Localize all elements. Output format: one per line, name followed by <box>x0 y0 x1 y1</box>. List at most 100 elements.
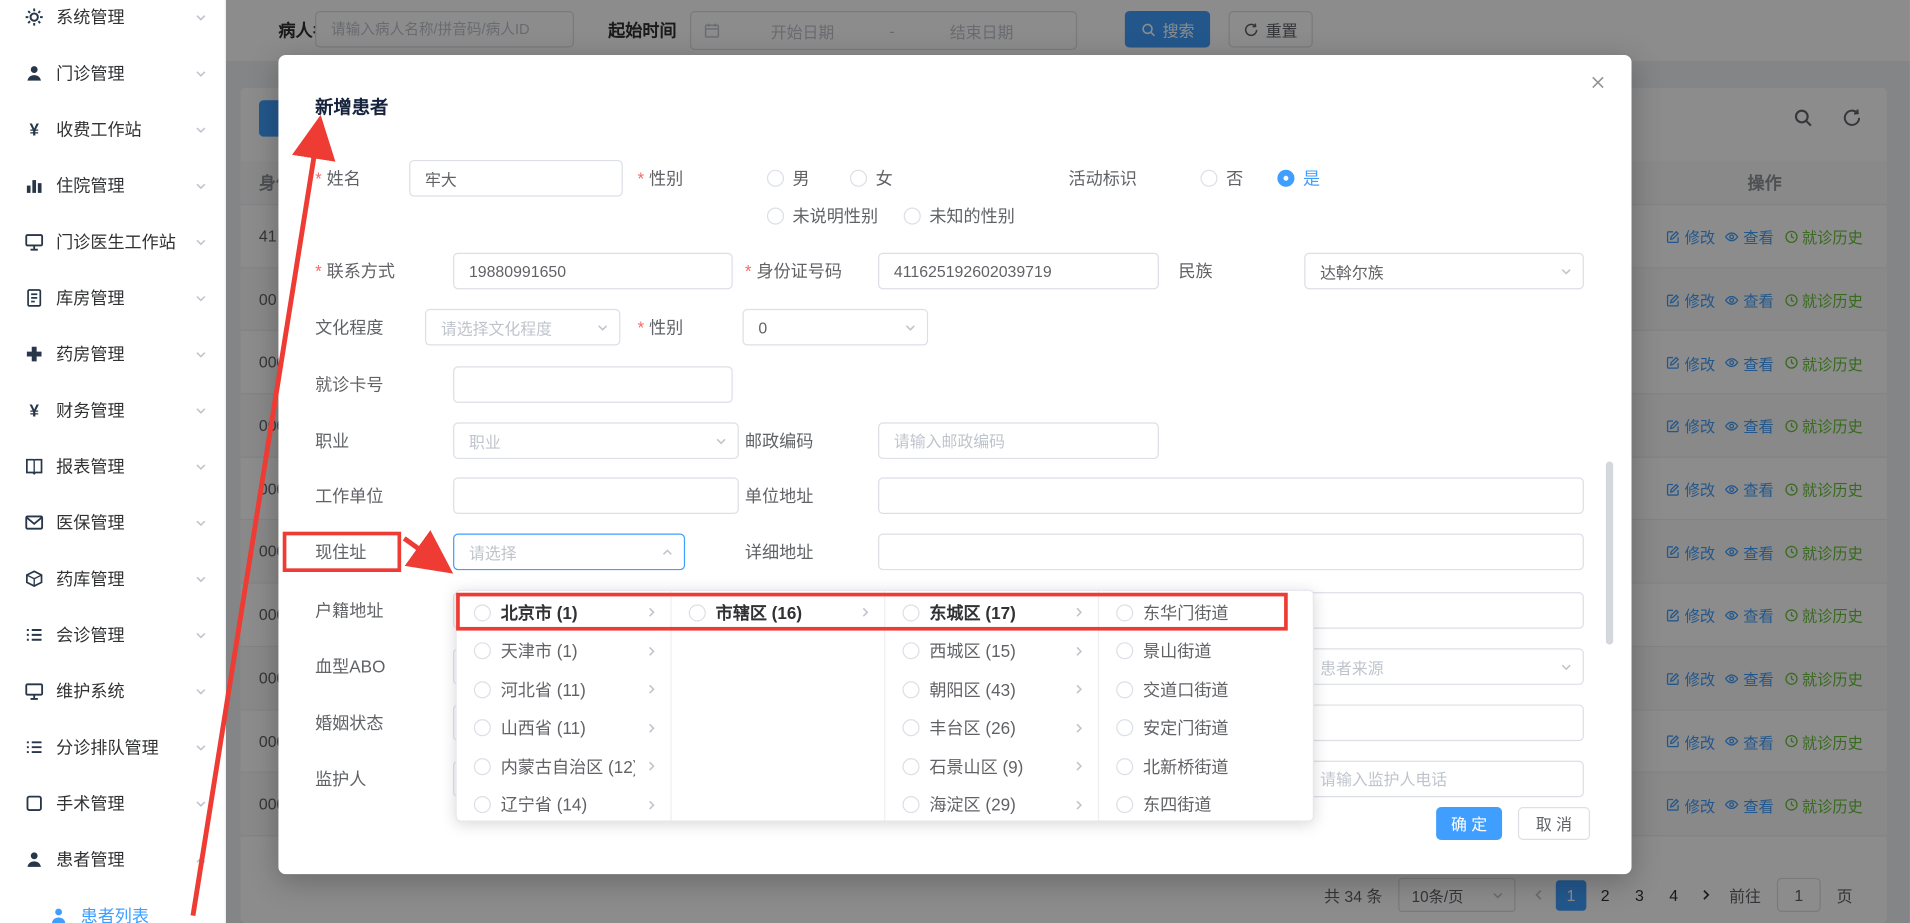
radio-icon <box>474 604 491 621</box>
close-icon[interactable] <box>1589 73 1607 91</box>
sidebar-item[interactable]: 维护系统 <box>0 663 225 719</box>
detail-address-input[interactable] <box>878 534 1584 571</box>
sidebar-item[interactable]: 药房管理 <box>0 326 225 382</box>
radio-icon <box>1116 758 1133 775</box>
sidebar-item[interactable]: ¥ 财务管理 <box>0 382 225 438</box>
cascader-option[interactable]: 北新桥街道 <box>1099 747 1311 785</box>
active-radio-no[interactable]: 否 <box>1200 160 1243 197</box>
chevron-right-icon <box>1072 606 1085 619</box>
sidebar-item[interactable]: 手术管理 <box>0 775 225 831</box>
cascader-option[interactable]: 石景山区 (9) <box>885 747 1097 785</box>
id-number-input[interactable] <box>878 253 1159 290</box>
chevron-down-icon <box>194 123 207 136</box>
cascader-option[interactable]: 安定门街道 <box>1099 709 1311 747</box>
cascader-option-label: 市辖区 (16) <box>716 600 849 624</box>
sidebar-item[interactable]: 门诊管理 <box>0 45 225 101</box>
name-input[interactable] <box>409 160 623 197</box>
name-label: 姓名 <box>315 160 361 197</box>
occupation-select[interactable]: 职业 <box>453 422 739 459</box>
occupation-placeholder: 职业 <box>469 429 714 452</box>
menu-icon <box>24 7 44 27</box>
cascader-option[interactable]: 交道口街道 <box>1099 670 1311 708</box>
cancel-button[interactable]: 取 消 <box>1518 807 1590 840</box>
menu-icon: ¥ <box>24 400 44 420</box>
cascader-option[interactable]: 东华门街道 <box>1099 593 1311 631</box>
education-select[interactable]: 请选择文化程度 <box>425 309 620 346</box>
gender-radio-female[interactable]: 女 <box>850 160 893 197</box>
chevron-down-icon <box>194 179 207 192</box>
confirm-button[interactable]: 确 定 <box>1436 807 1502 840</box>
chevron-down-icon <box>194 853 207 866</box>
cascader-option[interactable]: 海淀区 (29) <box>885 786 1097 821</box>
active-radio-yes[interactable]: 是 <box>1277 160 1320 197</box>
radio-icon <box>1116 642 1133 659</box>
education-label: 文化程度 <box>315 309 383 346</box>
id-number-label: 身份证号码 <box>745 253 842 290</box>
cascader-option[interactable]: 西城区 (15) <box>885 632 1097 670</box>
gender2-value: 0 <box>758 318 903 336</box>
cascader-option[interactable]: 东四街道 <box>1099 786 1311 821</box>
radio-label: 未知的性别 <box>929 198 1014 235</box>
sidebar-item[interactable]: 门诊医生工作站 <box>0 214 225 270</box>
gender-radio-unknown[interactable]: 未知的性别 <box>904 198 1015 235</box>
cascader-option[interactable]: 市辖区 (16) <box>672 593 884 631</box>
cascader-option[interactable]: 河北省 (11) <box>457 670 671 708</box>
chevron-down-icon <box>194 404 207 417</box>
cascader-option-label: 河北省 (11) <box>501 677 635 701</box>
sidebar-item-patient-list[interactable]: 患者列表 <box>0 888 225 923</box>
gender-radio-unstated[interactable]: 未说明性别 <box>767 198 878 235</box>
menu-label: 药库管理 <box>56 566 124 590</box>
chevron-down-icon <box>194 628 207 641</box>
cascader-option-label: 东四街道 <box>1143 793 1299 817</box>
menu-label: 门诊管理 <box>56 61 124 85</box>
cascader-option[interactable]: 山西省 (11) <box>457 709 671 747</box>
menu-label: 药房管理 <box>56 342 124 366</box>
cascader-option-label: 东华门街道 <box>1143 600 1299 624</box>
user-icon <box>49 906 69 923</box>
gender-radio-male[interactable]: 男 <box>767 160 810 197</box>
dialog-title: 新增患者 <box>315 94 388 120</box>
work-address-input[interactable] <box>878 477 1584 514</box>
menu-icon <box>24 63 44 83</box>
cascader-option[interactable]: 景山街道 <box>1099 632 1311 670</box>
gender2-select[interactable]: 0 <box>742 309 928 346</box>
sidebar-item[interactable]: 库房管理 <box>0 270 225 326</box>
cascader-option[interactable]: 天津市 (1) <box>457 632 671 670</box>
ethnicity-select[interactable]: 达斡尔族 <box>1304 253 1584 290</box>
postal-code-input[interactable] <box>878 422 1159 459</box>
visit-card-input[interactable] <box>453 366 733 403</box>
guardian-phone-input[interactable] <box>1304 761 1584 798</box>
sidebar-item[interactable]: 医保管理 <box>0 494 225 550</box>
cascader-option[interactable]: 丰台区 (26) <box>885 709 1097 747</box>
cascader-option[interactable]: 东城区 (17) <box>885 593 1097 631</box>
cascader-option[interactable]: 辽宁省 (14) <box>457 786 671 821</box>
sidebar-item[interactable]: 报表管理 <box>0 438 225 494</box>
chevron-down-icon <box>1559 264 1572 277</box>
marital-extra-input[interactable] <box>1304 704 1584 741</box>
sidebar-item[interactable]: 药库管理 <box>0 551 225 607</box>
sidebar-item[interactable]: 系统管理 <box>0 0 225 45</box>
cascader-option[interactable]: 朝阳区 (43) <box>885 670 1097 708</box>
menu-icon <box>24 344 44 364</box>
cascader-option-label: 北新桥街道 <box>1143 754 1299 778</box>
cascader-city-column: 市辖区 (16) <box>670 591 884 821</box>
work-unit-input[interactable] <box>453 477 739 514</box>
modal-scrollbar-thumb[interactable] <box>1606 462 1613 645</box>
sidebar-item[interactable]: 患者管理 <box>0 831 225 887</box>
patient-source-select[interactable]: 患者来源 <box>1304 648 1584 685</box>
sidebar-item[interactable]: 住院管理 <box>0 157 225 213</box>
contact-input[interactable] <box>453 253 733 290</box>
household-detail-input[interactable] <box>1304 592 1584 629</box>
svg-text:¥: ¥ <box>29 121 39 140</box>
current-address-cascader[interactable]: 请选择 <box>453 534 685 571</box>
education-placeholder: 请选择文化程度 <box>441 316 596 339</box>
sidebar-item[interactable]: 会诊管理 <box>0 607 225 663</box>
chevron-right-icon <box>859 606 872 619</box>
cascader-option[interactable]: 北京市 (1) <box>457 593 671 631</box>
sidebar-item[interactable]: 分诊排队管理 <box>0 719 225 775</box>
cascader-option[interactable]: 内蒙古自治区 (12) <box>457 747 671 785</box>
sidebar-item[interactable]: ¥ 收费工作站 <box>0 101 225 157</box>
cascader-option-label: 丰台区 (26) <box>929 716 1062 740</box>
radio-icon <box>902 604 919 621</box>
postal-code-label: 邮政编码 <box>745 422 813 459</box>
